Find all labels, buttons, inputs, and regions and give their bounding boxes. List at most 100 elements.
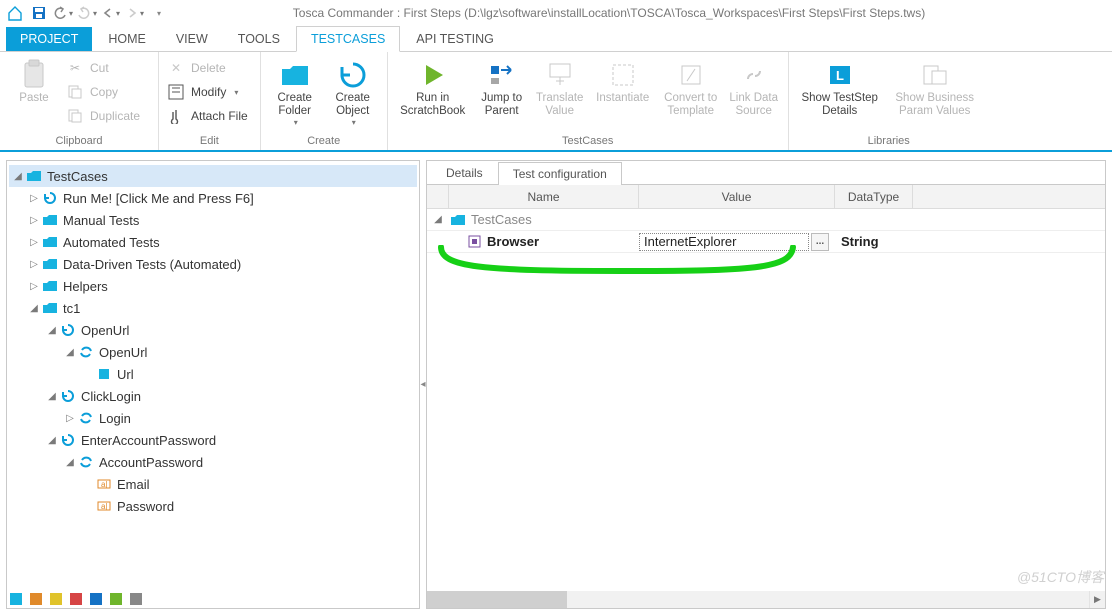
bottom-tab[interactable] <box>30 593 42 605</box>
translate-value-button[interactable]: Translate Value <box>532 54 588 132</box>
bottom-tab[interactable] <box>10 593 22 605</box>
svg-text:a|: a| <box>101 480 108 489</box>
tab-tools[interactable]: TOOLS <box>224 27 294 51</box>
grid-col-datatype[interactable]: DataType <box>835 185 913 208</box>
tab-details[interactable]: Details <box>431 161 498 184</box>
bottom-tab[interactable] <box>50 593 62 605</box>
tab-home[interactable]: HOME <box>94 27 160 51</box>
delete-button[interactable]: ✕Delete <box>165 56 254 80</box>
cell-name: Browser <box>487 234 539 249</box>
attach-file-button[interactable]: Attach File <box>165 104 254 128</box>
bottom-tab[interactable] <box>130 593 142 605</box>
back-button[interactable] <box>100 2 122 24</box>
folder-icon <box>41 233 59 251</box>
ribbon-group-libraries: L Show TestStep Details Show Business Pa… <box>789 52 989 150</box>
tree-item[interactable]: Url <box>9 363 417 385</box>
copy-button[interactable]: Copy <box>64 80 152 104</box>
create-object-button[interactable]: Create Object <box>325 54 381 132</box>
expander-icon[interactable]: ◢ <box>45 435 59 446</box>
tab-view[interactable]: VIEW <box>162 27 222 51</box>
tree-item[interactable]: ◢ tc1 <box>9 297 417 319</box>
main-tabs: PROJECT HOME VIEW TOOLS TESTCASES API TE… <box>0 26 1112 52</box>
instantiate-button[interactable]: Instantiate <box>590 54 656 132</box>
bottom-tab[interactable] <box>70 593 82 605</box>
tree-item[interactable]: a| Email <box>9 473 417 495</box>
expander-icon[interactable]: ▷ <box>63 413 77 424</box>
show-business-param-button[interactable]: Show Business Param Values <box>887 54 983 132</box>
tree-item[interactable]: ▷ Run Me! [Click Me and Press F6] <box>9 187 417 209</box>
link-data-source-button[interactable]: Link Data Source <box>726 54 782 132</box>
ribbon-group-create: Create Folder Create Object Create <box>261 52 388 150</box>
refresh-icon <box>59 321 77 339</box>
ribbon-group-testcases: Run in ScratchBook Jump to Parent Transl… <box>388 52 789 150</box>
tab-test-configuration[interactable]: Test configuration <box>498 162 622 185</box>
expander-icon[interactable]: ◢ <box>45 391 59 402</box>
convert-template-button[interactable]: Convert to Template <box>658 54 724 132</box>
undo-button[interactable] <box>52 2 74 24</box>
delete-icon: ✕ <box>167 59 185 77</box>
expander-icon[interactable]: ◢ <box>11 171 25 182</box>
paste-icon <box>17 58 51 92</box>
expander-icon[interactable]: ◢ <box>63 457 77 468</box>
ellipsis-button[interactable]: ... <box>811 233 829 251</box>
duplicate-icon <box>66 107 84 125</box>
expander-icon[interactable]: ▷ <box>27 193 41 204</box>
expander-icon[interactable]: ◢ <box>63 347 77 358</box>
tree-item[interactable]: ◢ EnterAccountPassword <box>9 429 417 451</box>
tree-item[interactable]: ▷ Automated Tests <box>9 231 417 253</box>
paste-button[interactable]: Paste <box>6 54 62 132</box>
titlebar: ▾ Tosca Commander : First Steps (D:\lgz\… <box>0 0 1112 26</box>
tree-item[interactable]: ▷ Data-Driven Tests (Automated) <box>9 253 417 275</box>
bottom-tab[interactable] <box>110 593 122 605</box>
bottom-tabs <box>0 589 1112 609</box>
bottom-tab[interactable] <box>90 593 102 605</box>
tree-item[interactable]: ▷ Login <box>9 407 417 429</box>
sync-icon <box>77 343 95 361</box>
folder-icon <box>449 211 467 229</box>
forward-button[interactable] <box>124 2 146 24</box>
expander-icon[interactable]: ▷ <box>27 281 41 292</box>
tree-item[interactable]: ◢ AccountPassword <box>9 451 417 473</box>
qat-more-icon[interactable]: ▾ <box>148 2 170 24</box>
expander-icon[interactable]: ▷ <box>27 237 41 248</box>
textbox-icon: a| <box>95 475 113 493</box>
save-icon[interactable] <box>28 2 50 24</box>
create-folder-button[interactable]: Create Folder <box>267 54 323 132</box>
grid-col-value[interactable]: Value <box>639 185 835 208</box>
grid-row-browser[interactable]: Browser InternetExplorer ... String <box>427 231 1105 253</box>
expander-icon[interactable]: ▷ <box>27 259 41 270</box>
expander-icon[interactable]: ◢ <box>45 325 59 336</box>
modify-icon <box>167 83 185 101</box>
value-input[interactable]: InternetExplorer <box>639 233 809 251</box>
tab-project[interactable]: PROJECT <box>6 27 92 51</box>
run-scratchbook-button[interactable]: Run in ScratchBook <box>394 54 472 132</box>
tree-item[interactable]: ◢ ClickLogin <box>9 385 417 407</box>
cut-button[interactable]: ✂Cut <box>64 56 152 80</box>
expander-icon[interactable]: ◢ <box>27 303 41 314</box>
jump-parent-button[interactable]: Jump to Parent <box>474 54 530 132</box>
duplicate-button[interactable]: Duplicate <box>64 104 152 128</box>
tree-item[interactable]: ▷ Helpers <box>9 275 417 297</box>
expander-icon[interactable]: ▷ <box>27 215 41 226</box>
expander-icon[interactable]: ◢ <box>431 214 445 225</box>
show-teststep-details-button[interactable]: L Show TestStep Details <box>795 54 885 132</box>
redo-button[interactable] <box>76 2 98 24</box>
modify-button[interactable]: Modify <box>165 80 254 104</box>
tab-api-testing[interactable]: API TESTING <box>402 27 508 51</box>
refresh-icon <box>59 387 77 405</box>
grid-col-name[interactable]: Name <box>449 185 639 208</box>
tree-item[interactable]: ◢ OpenUrl <box>9 319 417 341</box>
grid-row[interactable]: ◢ TestCases <box>427 209 1105 231</box>
tree-root[interactable]: ◢ TestCases <box>9 165 417 187</box>
library-icon: L <box>823 58 857 92</box>
tree-item[interactable]: ▷ Manual Tests <box>9 209 417 231</box>
folder-icon <box>278 58 312 92</box>
folder-icon <box>41 255 59 273</box>
tab-testcases[interactable]: TESTCASES <box>296 26 400 52</box>
tree-item[interactable]: a| Password <box>9 495 417 517</box>
home-icon[interactable] <box>4 2 26 24</box>
refresh-icon <box>41 189 59 207</box>
copy-icon <box>66 83 84 101</box>
tree-item[interactable]: ◢ OpenUrl <box>9 341 417 363</box>
svg-text:a|: a| <box>101 502 108 511</box>
